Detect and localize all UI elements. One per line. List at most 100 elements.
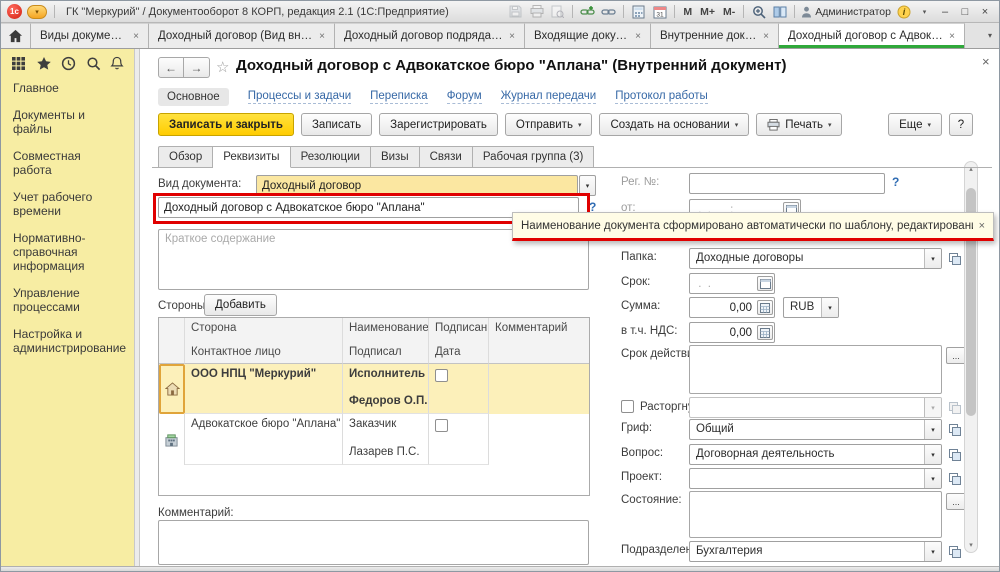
sidebar-item-time-tracking[interactable]: Учет рабочего времени	[1, 190, 134, 218]
calculator-icon[interactable]	[630, 4, 647, 20]
validity-choose-button[interactable]: ...	[946, 347, 966, 364]
copy-link-icon[interactable]	[600, 4, 617, 20]
tooltip-close-icon[interactable]: ×	[979, 220, 985, 232]
row1-signer[interactable]: Федоров О.П.	[343, 391, 429, 414]
split-window-icon[interactable]	[771, 4, 788, 20]
state-field[interactable]	[689, 491, 942, 538]
state-choose-button[interactable]: ...	[946, 493, 966, 510]
col-header-contact[interactable]: Контактное лицо	[185, 342, 343, 364]
back-button[interactable]: ←	[158, 57, 184, 78]
scroll-down-button[interactable]: ▾	[965, 538, 977, 552]
row1-comment[interactable]	[489, 364, 589, 414]
folder-field[interactable]: Доходные договоры▾	[689, 248, 942, 269]
help-button[interactable]: ?	[949, 113, 973, 136]
currency-field[interactable]: RUB▾	[783, 297, 839, 318]
col-header-date[interactable]: Дата	[429, 342, 489, 364]
parties-table[interactable]: Сторона Наименование Подписан Комментари…	[158, 317, 590, 496]
row1-role[interactable]: Исполнитель	[343, 364, 429, 391]
sidebar-item-main[interactable]: Главное	[1, 81, 134, 95]
row1-signed-cell[interactable]	[429, 364, 489, 391]
project-open-button[interactable]	[946, 470, 963, 487]
sidebar-item-process-management[interactable]: Управление процессами	[1, 286, 134, 314]
term-calendar-button[interactable]	[757, 276, 773, 291]
scroll-up-button[interactable]: ▴	[965, 162, 977, 176]
validity-field[interactable]	[689, 345, 942, 394]
row1-date[interactable]	[429, 391, 489, 414]
nav-link-transfer-log[interactable]: Журнал передачи	[501, 90, 597, 104]
tab-contract-template[interactable]: Доходный договор подряда (Шабло...×	[335, 23, 525, 48]
row2-role[interactable]: Заказчик	[343, 414, 429, 442]
save-button[interactable]: Записать	[301, 113, 372, 136]
row2-contact[interactable]	[185, 442, 343, 465]
reg-no-field[interactable]	[689, 173, 885, 194]
memory-mminus-button[interactable]: M-	[721, 6, 737, 18]
tab-overview[interactable]: Обзор	[158, 146, 213, 168]
col-header-party[interactable]: Сторона	[185, 318, 343, 342]
current-user[interactable]: Администратор	[801, 6, 891, 18]
print-button[interactable]: Печать▾	[756, 113, 842, 136]
project-field[interactable]: ▾	[689, 468, 942, 489]
grif-field[interactable]: Общий▾	[689, 419, 942, 440]
col-header-comment[interactable]: Комментарий	[489, 318, 589, 364]
col-header-role[interactable]: Наименование	[343, 318, 429, 342]
amount-calc-button[interactable]	[757, 300, 773, 315]
dropdown-button[interactable]: ▾	[924, 249, 941, 268]
send-button[interactable]: Отправить▾	[505, 113, 593, 136]
tab-income-contract-kind[interactable]: Доходный договор (Вид внутренне...×	[149, 23, 335, 48]
row2-signer[interactable]: Лазарев П.С.	[343, 442, 429, 465]
tab-resolutions[interactable]: Резолюции	[291, 146, 371, 168]
info-dropdown-arrow[interactable]: ▾	[916, 4, 933, 20]
dropdown-button[interactable]: ▾	[924, 420, 941, 439]
search-icon[interactable]	[86, 56, 101, 71]
row1-signed-checkbox[interactable]	[435, 369, 448, 382]
row1-contact[interactable]	[185, 391, 343, 414]
department-field[interactable]: Бухгалтерия▾	[689, 541, 942, 562]
department-open-button[interactable]	[946, 543, 963, 560]
history-clock-icon[interactable]	[61, 56, 76, 71]
tab-document-kinds[interactable]: Виды документов×	[31, 23, 149, 48]
comment-field[interactable]	[158, 520, 589, 565]
menu-grid-icon[interactable]	[11, 56, 26, 71]
minimize-button[interactable]: –	[937, 6, 953, 18]
nav-link-main[interactable]: Основное	[158, 88, 229, 106]
sidebar-item-collaboration[interactable]: Совместная работа	[1, 149, 134, 177]
dropdown-button[interactable]: ▾	[821, 298, 838, 317]
tab-close-icon[interactable]: ×	[133, 31, 139, 42]
question-field[interactable]: Договорная деятельность▾	[689, 444, 942, 465]
create-based-on-button[interactable]: Создать на основании▾	[599, 113, 749, 136]
vat-calc-button[interactable]	[757, 325, 773, 340]
nav-link-correspondence[interactable]: Переписка	[370, 90, 428, 104]
row2-date[interactable]	[429, 442, 489, 465]
memory-m-button[interactable]: M	[681, 6, 694, 18]
tab-close-icon[interactable]: ×	[319, 31, 325, 42]
question-open-button[interactable]	[946, 446, 963, 463]
row2-counterparty-icon[interactable]	[159, 414, 185, 465]
main-menu-button[interactable]: ▾	[27, 5, 47, 19]
row2-comment[interactable]	[489, 414, 589, 465]
reg-no-help-link[interactable]: ?	[892, 175, 899, 189]
calendar-icon[interactable]: 31	[651, 4, 668, 20]
home-tab[interactable]	[1, 23, 31, 48]
tab-incoming-documents[interactable]: Входящие документы×	[525, 23, 651, 48]
add-link-icon[interactable]	[579, 4, 596, 20]
tab-internal-documents[interactable]: Внутренние документы×	[651, 23, 779, 48]
close-form-icon[interactable]: ×	[982, 54, 990, 69]
zoom-icon[interactable]	[750, 4, 767, 20]
row1-our-org-icon[interactable]	[159, 364, 185, 414]
dropdown-button[interactable]: ▾	[924, 469, 941, 488]
favorites-star-icon[interactable]	[36, 56, 52, 71]
table-empty-area[interactable]	[159, 465, 589, 495]
info-button[interactable]: i	[895, 4, 912, 20]
dropdown-button[interactable]: ▾	[924, 445, 941, 464]
row2-signed-cell[interactable]	[429, 414, 489, 442]
row2-signed-checkbox[interactable]	[435, 419, 448, 432]
notifications-bell-icon[interactable]	[110, 56, 124, 71]
favorite-star-icon[interactable]: ☆	[216, 58, 229, 76]
register-button[interactable]: Зарегистрировать	[379, 113, 498, 136]
grif-open-button[interactable]	[946, 421, 963, 438]
tab-links[interactable]: Связи	[420, 146, 473, 168]
tab-current-document[interactable]: Доходный договор с Адвокатское б...×	[779, 23, 965, 48]
terminated-checkbox[interactable]	[621, 400, 634, 413]
nav-link-work-protocol[interactable]: Протокол работы	[615, 90, 708, 104]
tab-close-icon[interactable]: ×	[509, 31, 515, 42]
